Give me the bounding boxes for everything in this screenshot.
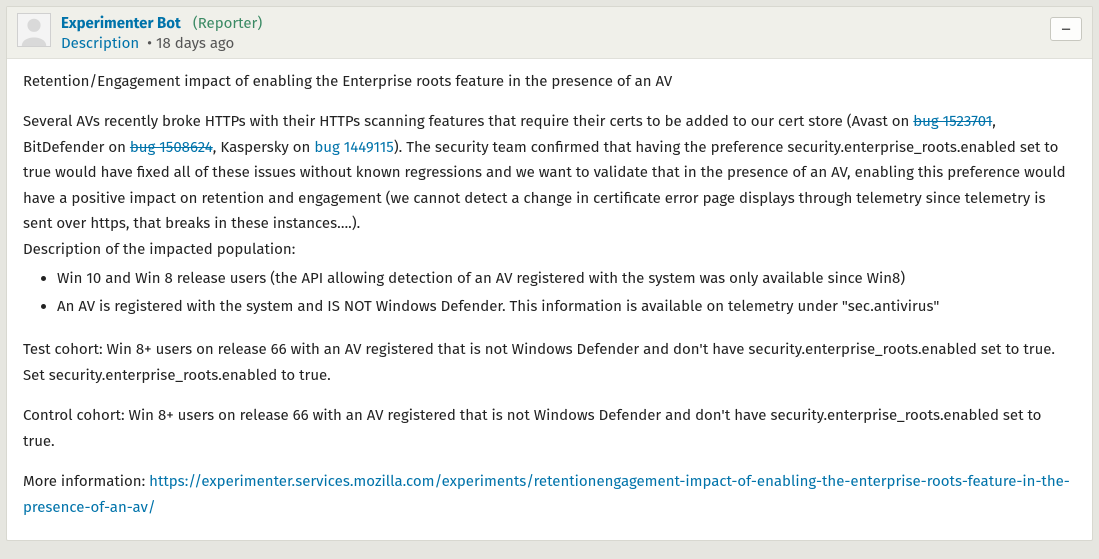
text-fragment: Several AVs recently broke HTTPs with th…	[23, 112, 913, 130]
avatar-placeholder-icon	[18, 14, 50, 46]
population-list: Win 10 and Win 8 release users (the API …	[23, 266, 1076, 319]
text-fragment: , Kaspersky on	[213, 138, 315, 156]
author-link[interactable]: Experimenter Bot	[61, 14, 181, 32]
more-info-label: More information:	[23, 472, 149, 490]
minus-icon: –	[1061, 20, 1070, 38]
timestamp: 18 days ago	[156, 34, 234, 52]
more-info-link[interactable]: https://experimenter.services.mozilla.co…	[23, 472, 1070, 516]
bug-link-1449115[interactable]: bug 1449115	[314, 138, 393, 156]
test-cohort: Test cohort: Win 8+ users on release 66 …	[23, 337, 1076, 388]
control-cohort: Control cohort: Win 8+ users on release …	[23, 403, 1076, 454]
list-item: An AV is registered with the system and …	[57, 294, 1076, 320]
collapse-button[interactable]: –	[1050, 17, 1082, 41]
author-meta: Experimenter Bot (Reporter) Description …	[61, 13, 262, 54]
reporter-badge: (Reporter)	[193, 14, 262, 32]
description-link[interactable]: Description	[61, 34, 139, 52]
comment-container: Experimenter Bot (Reporter) Description …	[6, 6, 1093, 541]
bug-link-1508624[interactable]: bug 1508624	[130, 138, 213, 156]
bug-link-1523701[interactable]: bug 1523701	[913, 112, 992, 130]
list-item: Win 10 and Win 8 release users (the API …	[57, 266, 1076, 292]
comment-body: Retention/Engagement impact of enabling …	[7, 59, 1092, 541]
more-info: More information: https://experimenter.s…	[23, 469, 1076, 520]
avatar	[17, 13, 51, 47]
body-title: Retention/Engagement impact of enabling …	[23, 69, 1076, 95]
body-paragraph: Several AVs recently broke HTTPs with th…	[23, 109, 1076, 237]
comment-header: Experimenter Bot (Reporter) Description …	[7, 7, 1092, 59]
population-label: Description of the impacted population:	[23, 237, 1076, 263]
separator: •	[143, 34, 156, 52]
